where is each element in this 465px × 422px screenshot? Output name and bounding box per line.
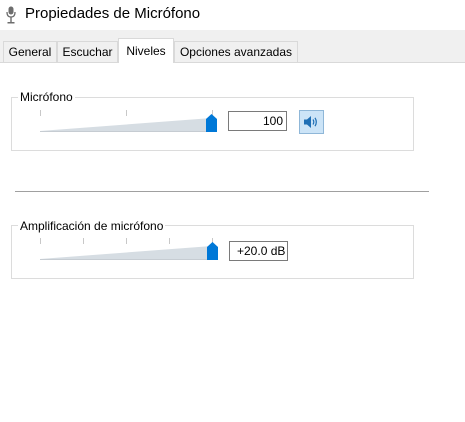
microphone-properties-window: Propiedades de Micrófono General Escucha… (0, 0, 465, 422)
window-title: Propiedades de Micrófono (25, 5, 201, 22)
slider-thumb[interactable] (207, 242, 218, 260)
slider-track (40, 246, 212, 260)
microphone-icon (6, 6, 16, 24)
microphone-group-label: Micrófono (18, 90, 75, 104)
microphone-boost-value[interactable]: +20.0 dB (229, 241, 288, 261)
microphone-boost-slider[interactable] (40, 238, 218, 260)
microphone-boost-group-label: Amplificación de micrófono (18, 219, 166, 233)
tab-escuchar[interactable]: Escuchar (57, 41, 118, 62)
tab-general[interactable]: General (3, 41, 57, 62)
microphone-volume-slider[interactable] (40, 110, 218, 132)
section-separator (15, 191, 429, 192)
title-bar[interactable]: Propiedades de Micrófono (0, 0, 465, 30)
speaker-icon (304, 116, 317, 128)
slider-track (40, 118, 212, 132)
slider-thumb[interactable] (206, 114, 217, 132)
microphone-level-value[interactable]: 100 (228, 111, 287, 131)
microphone-mute-button[interactable] (299, 110, 324, 134)
tab-niveles[interactable]: Niveles (118, 38, 174, 63)
tab-opciones-avanzadas[interactable]: Opciones avanzadas (174, 41, 298, 62)
